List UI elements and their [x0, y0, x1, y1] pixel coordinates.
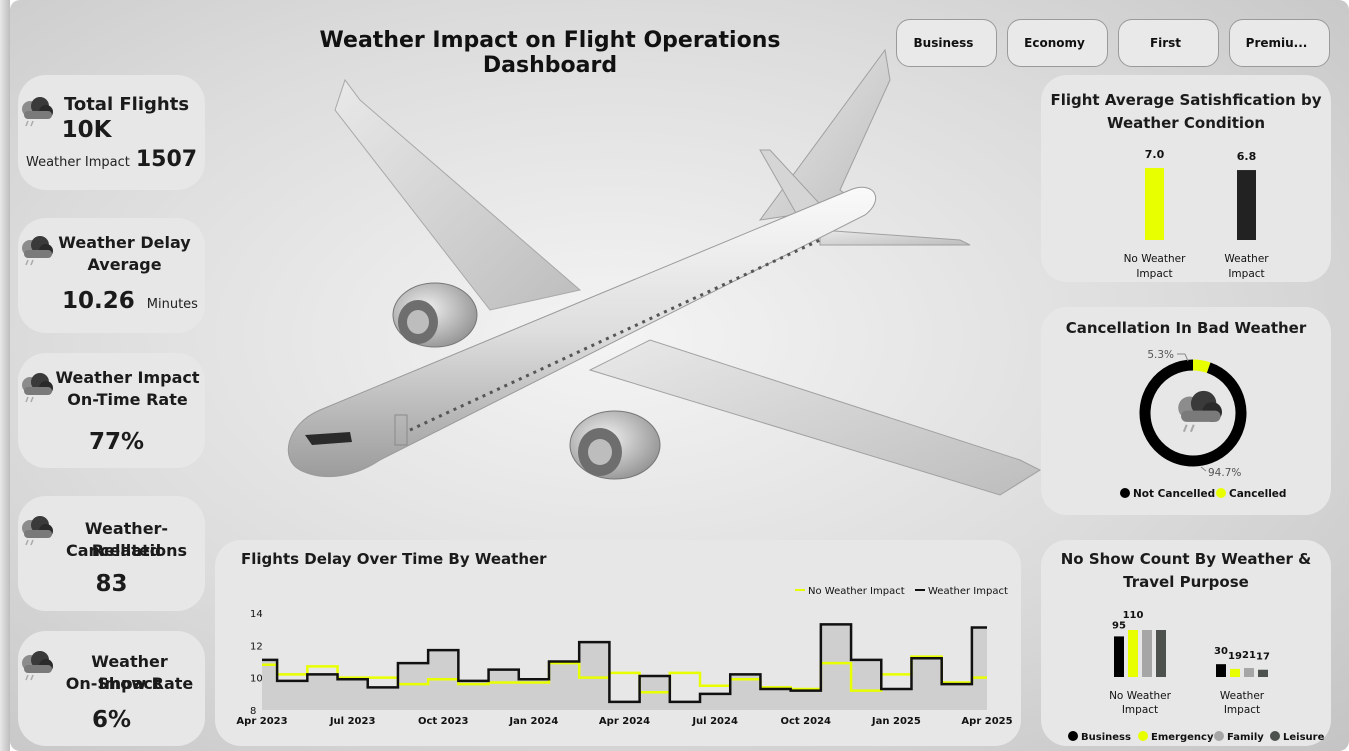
legend-marker — [1120, 488, 1130, 498]
satisfaction-title-1: Flight Average Satishfication by — [1050, 91, 1322, 109]
legend-label: No Weather Impact — [808, 586, 905, 597]
delay-line-chart: 8101214Apr 2023 Jul 2023 Oct 2023 Jan 2024 A… — [236, 586, 1012, 727]
slicer-first[interactable]: First — [1118, 19, 1219, 67]
noshow-value-label: 30 — [1214, 646, 1228, 657]
kpi-delay-value: 10.26 — [62, 288, 135, 314]
kpi-ontime-label-2: On-Time Rate — [67, 390, 188, 409]
legend-marker — [1138, 731, 1148, 741]
x-tick-label: Apr 2025 — [961, 716, 1012, 727]
noshow-bar-chart: 95110 No Weather Impact 30 19 21 17 Weather Impa… — [1068, 610, 1325, 743]
legend-label: Not Cancelled — [1133, 488, 1215, 500]
area-fill — [262, 624, 987, 710]
donut-leader-line — [1200, 466, 1207, 472]
kpi-total-flights-value: 10K — [61, 117, 112, 143]
x-tick-label: Jan 2024 — [508, 716, 558, 727]
kpi-onshow-label-2: On-Show Rate — [65, 674, 194, 693]
kpi-onshow-value: 6% — [91, 707, 132, 733]
rain-cloud-icon — [22, 651, 53, 681]
slicer-premium[interactable]: Premiu... — [1229, 19, 1330, 67]
x-tick-label: Apr 2024 — [599, 716, 650, 727]
kpi-total-flights: Total Flights 10K Weather Impact 1507 — [18, 75, 205, 190]
noshow-category-label: No Weather — [1109, 690, 1172, 702]
kpi-ontime-value: 77% — [88, 429, 145, 455]
kpi-onshow-rate: Weather Impact On-Show Rate 6% — [18, 631, 205, 746]
satisfaction-panel: Flight Average Satishfication by Weather… — [1041, 75, 1331, 282]
kpi-delay-unit: Minutes — [146, 297, 198, 312]
airplane-illustration — [287, 48, 1042, 496]
noshow-panel: No Show Count By Weather & Travel Purpos… — [1041, 540, 1331, 746]
satisfaction-bar-chart: 7.0 No Weather Impact 6.8 Weather Impact — [1124, 148, 1270, 279]
kpi-weather-impact-row: Weather Impact 1507 — [26, 147, 201, 172]
kpi-cancellations-value: 83 — [95, 571, 128, 597]
noshow-bar — [1114, 636, 1124, 677]
noshow-category-label: Weather — [1220, 690, 1265, 702]
kpi-delay-label-2: Average — [87, 255, 162, 274]
legend-marker — [1214, 731, 1224, 741]
kpi-total-flights-label: Total Flights — [63, 94, 190, 115]
noshow-title-1: No Show Count By Weather & — [1060, 550, 1312, 568]
noshow-category-label: Impact — [1224, 704, 1260, 716]
satisfaction-category-label: Impact — [1136, 268, 1172, 279]
donut-value-label: 94.7% — [1208, 467, 1241, 479]
noshow-bar — [1244, 668, 1254, 677]
kpi-delay-average: Weather Delay Average 10.26 Minutes — [18, 218, 205, 333]
donut-slice — [1192, 359, 1211, 373]
kpi-cancellations: Weather-Related Cancellations 83 — [18, 496, 205, 611]
cancellation-panel: Cancellation In Bad Weather 5.3% 94.7% Not… — [1041, 307, 1331, 515]
satisfaction-category-label: No Weather — [1124, 253, 1187, 265]
rain-cloud-icon — [22, 516, 53, 546]
kpi-cancellations-label-2: Cancellations — [65, 541, 188, 560]
legend-label: Emergency — [1151, 732, 1214, 743]
noshow-bar — [1156, 630, 1166, 677]
kpi-ontime-rate: Weather Impact On-Time Rate 77% — [18, 353, 205, 468]
legend-marker — [1216, 488, 1226, 498]
delay-over-time-panel: Flights Delay Over Time By Weather 8 10 12… — [215, 540, 1021, 746]
noshow-bar — [1258, 669, 1268, 677]
legend-label: Family — [1227, 732, 1264, 743]
kpi-delay-label-1: Weather Delay — [58, 233, 191, 252]
noshow-bar — [1216, 664, 1226, 677]
rain-cloud-icon — [22, 373, 53, 403]
x-tick-label: Jul 2023 — [329, 716, 376, 727]
donut-value-label: 5.3% — [1147, 349, 1174, 361]
noshow-value-label: 95 — [1112, 620, 1126, 631]
noshow-value-label: 17 — [1256, 652, 1270, 663]
x-tick-label: Jan 2025 — [871, 716, 921, 727]
window-edge — [0, 0, 10, 751]
satisfaction-category-label: Impact — [1228, 268, 1264, 279]
satisfaction-category-label: Weather — [1224, 253, 1269, 265]
y-tick-label: 14 — [250, 609, 263, 620]
legend-marker — [1068, 731, 1078, 741]
legend-label: Cancelled — [1229, 488, 1286, 500]
legend-marker — [1270, 731, 1280, 741]
legend-label: Business — [1081, 732, 1131, 743]
legend-label: Weather Impact — [928, 586, 1008, 597]
x-tick-label: Jul 2024 — [691, 716, 738, 727]
x-tick-label: Oct 2024 — [780, 716, 831, 727]
kpi-ontime-label-1: Weather Impact — [55, 368, 200, 387]
kpi-weather-impact-label: Weather Impact — [26, 155, 130, 170]
noshow-bar — [1128, 630, 1138, 677]
noshow-bar — [1230, 668, 1240, 677]
y-tick-label: 12 — [250, 641, 263, 652]
x-tick-label: Oct 2023 — [418, 716, 469, 727]
satisfaction-title-2: Weather Condition — [1106, 114, 1266, 132]
rain-cloud-icon — [1178, 390, 1222, 433]
cancellation-title: Cancellation In Bad Weather — [1065, 319, 1307, 337]
noshow-title-2: Travel Purpose — [1123, 573, 1249, 591]
noshow-category-label: Impact — [1122, 704, 1158, 716]
noshow-value-label: 110 — [1123, 610, 1144, 621]
x-tick-label: Apr 2023 — [236, 716, 287, 727]
noshow-value-label: 19 — [1228, 651, 1242, 662]
noshow-value-label: 21 — [1242, 650, 1256, 661]
satisfaction-bar — [1237, 170, 1256, 240]
y-tick-label: 10 — [250, 674, 263, 685]
noshow-bar — [1142, 630, 1152, 677]
satisfaction-value-label: 6.8 — [1237, 150, 1257, 163]
satisfaction-bar — [1145, 168, 1164, 240]
kpi-delay-value-row: 10.26 Minutes — [62, 288, 198, 314]
satisfaction-value-label: 7.0 — [1145, 148, 1165, 161]
legend-label: Leisure — [1283, 732, 1325, 743]
kpi-weather-impact-value: 1507 — [135, 147, 198, 172]
